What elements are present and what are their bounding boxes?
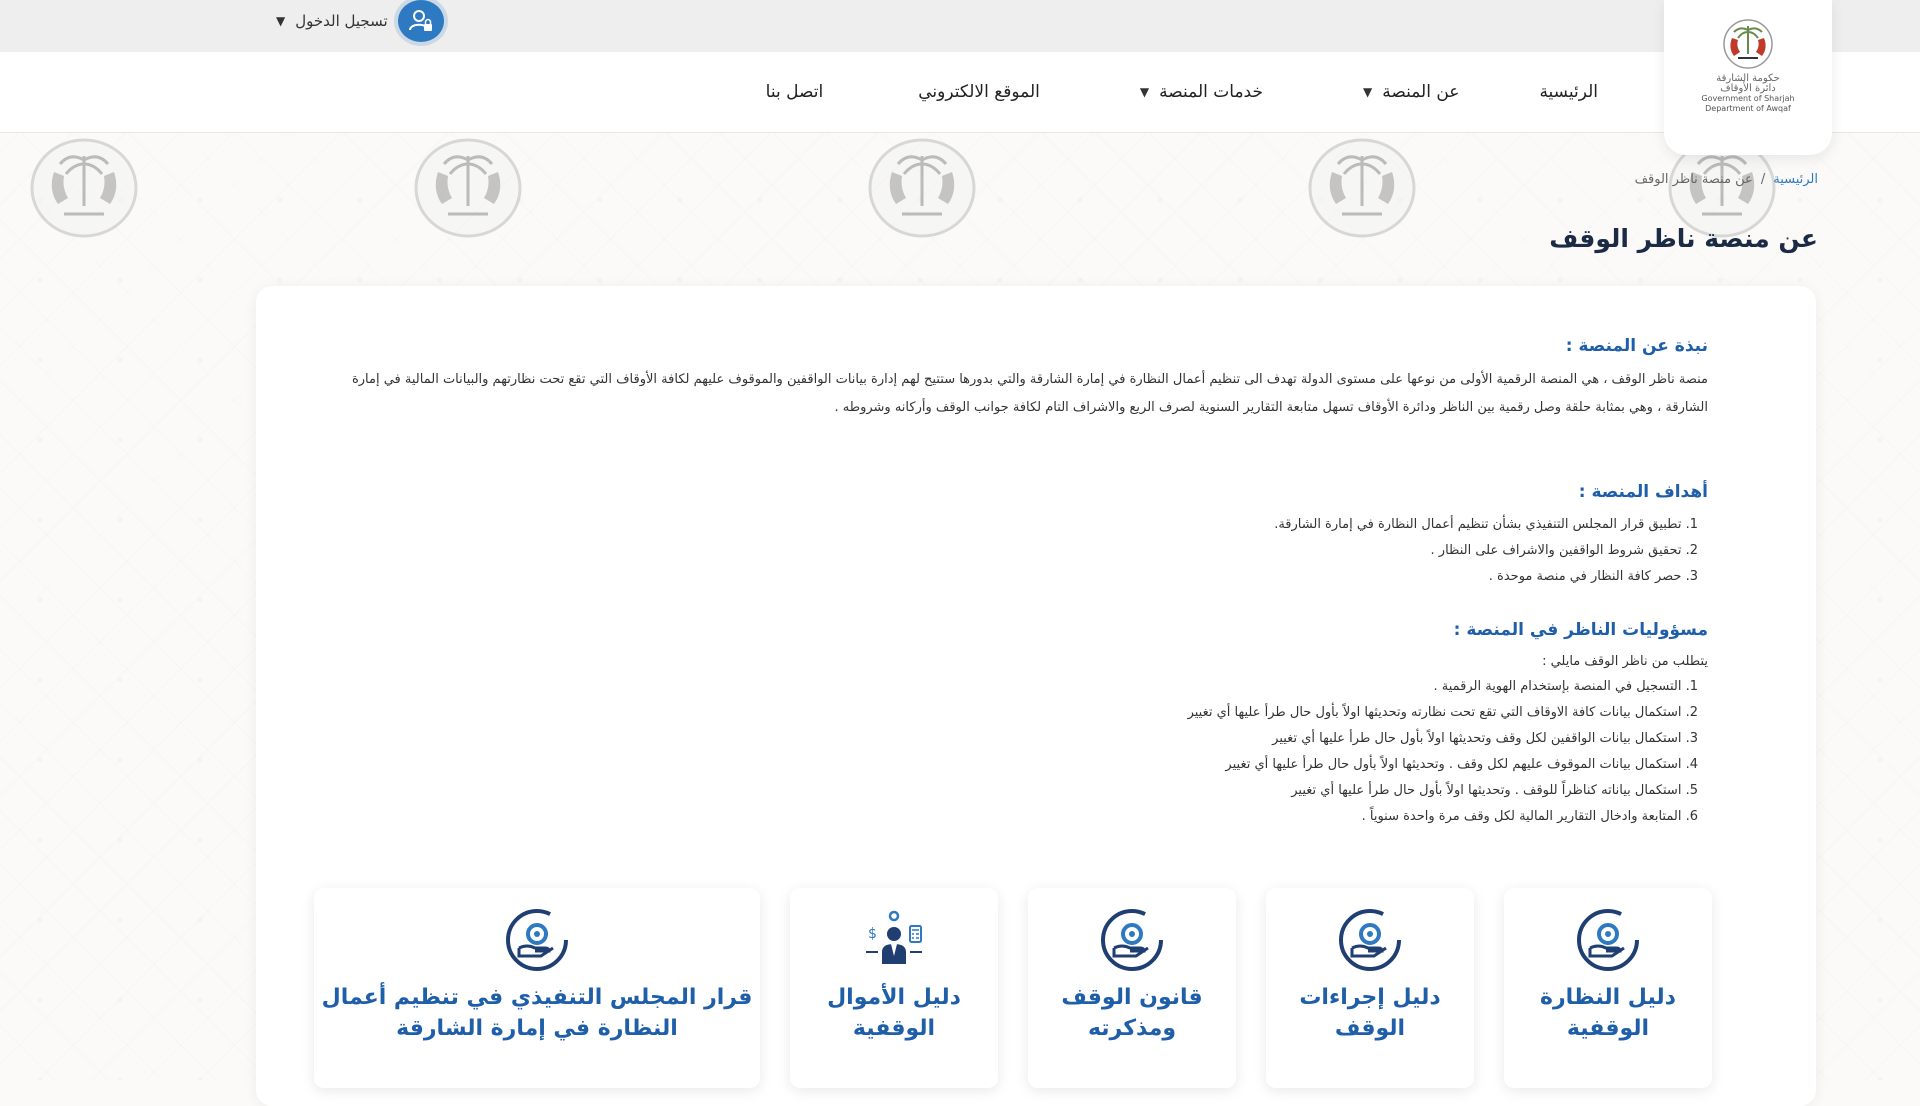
nav-item-website[interactable]: الموقع الالكتروني <box>868 82 1100 102</box>
service-card-executive-council-decision[interactable]: قرار المجلس التنفيذي في تنظيم أعمال النظ… <box>314 888 760 1088</box>
about-paragraph: منصة ناظر الوقف ، هي المنصة الرقمية الأو… <box>351 372 1708 415</box>
service-title-line2: الوقف <box>1334 1016 1406 1041</box>
main-navigation: الرئيسية عن المنصة ▼ خدمات المنصة ▼ المو… <box>0 52 1920 133</box>
about-section: نبذة عن المنصة : منصة ناظر الوقف ، هي ال… <box>338 336 1708 422</box>
service-title-line1: دليل النظارة <box>1540 985 1676 1010</box>
hand-gear-icon <box>1339 909 1401 971</box>
list-item: 3. استكمال بيانات الواقفين لكل وقف وتحدي… <box>1272 731 1698 746</box>
service-title-line2: الوقفية <box>1566 1016 1650 1041</box>
login-label: تسجيل الدخول <box>295 12 388 30</box>
emblem-icon <box>1723 19 1773 69</box>
chevron-down-icon: ▼ <box>1362 85 1373 99</box>
finance-person-icon: $ <box>866 910 922 964</box>
breadcrumb: الرئيسية / عن منصة ناظر الوقف <box>1635 172 1818 187</box>
login-button[interactable]: تسجيل الدخول ▼ <box>276 0 444 42</box>
service-card-waqf-law[interactable]: قانون الوقف ومذكرته <box>1028 888 1236 1088</box>
chevron-down-icon: ▼ <box>1139 85 1150 99</box>
watermark-emblem-icon <box>1308 138 1416 238</box>
service-title-line2: ومذكرته <box>1087 1016 1177 1041</box>
service-title: دليل الأموال الوقفية <box>827 982 961 1044</box>
goals-section: أهداف المنصة : 1. تطبيق قرار المجلس التن… <box>1274 482 1708 590</box>
nav-item-home[interactable]: الرئيسية <box>1509 82 1628 102</box>
user-lock-icon <box>397 0 444 42</box>
service-title: قانون الوقف ومذكرته <box>1061 982 1202 1044</box>
watermark-emblem-icon <box>30 138 138 238</box>
service-title: دليل النظارة الوقفية <box>1540 982 1676 1044</box>
service-title-line2: الوقفية <box>852 1016 936 1041</box>
service-title: دليل إجراءات الوقف <box>1299 982 1440 1044</box>
responsibilities-heading: مسؤوليات الناظر في المنصة : <box>1453 620 1708 640</box>
service-card-waqf-procedures-guide[interactable]: دليل إجراءات الوقف <box>1266 888 1474 1088</box>
responsibilities-list: 1. التسجيل في المنصة بإستخدام الهوية الر… <box>1188 674 1708 830</box>
list-item: 2. تحقيق شروط الواقفين والاشراف على النظ… <box>1430 543 1698 558</box>
service-title-line2: النظارة في إمارة الشارقة <box>396 1016 678 1041</box>
about-heading: نبذة عن المنصة : <box>1565 336 1708 356</box>
goals-list: 1. تطبيق قرار المجلس التنفيذي بشأن تنظيم… <box>1274 512 1708 590</box>
page-title: عن منصة ناظر الوقف <box>1549 224 1818 253</box>
service-card-waqf-custody-guide[interactable]: دليل النظارة الوقفية <box>1504 888 1712 1088</box>
nav-item-label: خدمات المنصة <box>1159 82 1263 102</box>
watermark-emblem-icon <box>414 138 522 238</box>
list-item: 5. استكمال بياناته كناظراً للوقف . وتحدي… <box>1291 783 1698 798</box>
nav-item-services[interactable]: خدمات المنصة ▼ <box>1100 82 1323 102</box>
logo-text: حكومة الشارقة دائرة الأوقاف Government o… <box>1688 74 1808 114</box>
chevron-down-icon: ▼ <box>276 14 286 28</box>
service-card-waqf-funds-guide[interactable]: $ دليل الأموال الوقفية <box>790 888 998 1088</box>
list-item: 1. تطبيق قرار المجلس التنفيذي بشأن تنظيم… <box>1274 517 1698 532</box>
svg-text:$: $ <box>868 926 877 942</box>
service-title: قرار المجلس التنفيذي في تنظيم أعمال النظ… <box>322 982 753 1044</box>
nav-item-contact[interactable]: اتصل بنا <box>736 82 869 102</box>
logo-english-line2: Department of Awqaf <box>1705 104 1791 113</box>
list-item: 4. استكمال بيانات الموقوف عليهم لكل وقف … <box>1225 757 1698 772</box>
goals-heading: أهداف المنصة : <box>1578 482 1708 502</box>
list-item: 1. التسجيل في المنصة بإستخدام الهوية الر… <box>1433 679 1698 694</box>
logo-arabic-line2: دائرة الأوقاف <box>1720 83 1776 94</box>
top-bar: تسجيل الدخول ▼ <box>0 0 1920 52</box>
list-item: 6. المتابعة وادخال التقارير المالية لكل … <box>1361 809 1698 824</box>
hand-gear-icon <box>506 909 568 971</box>
service-title-line1: قانون الوقف <box>1061 985 1203 1010</box>
service-title-line1: قرار المجلس التنفيذي في تنظيم أعمال <box>321 985 753 1010</box>
responsibilities-section: مسؤوليات الناظر في المنصة : يتطلب من ناظ… <box>1188 620 1708 830</box>
nav-item-label: اتصل بنا <box>765 82 824 102</box>
breadcrumb-separator: / <box>1760 172 1766 187</box>
list-item: 3. حصر كافة النظار في منصة موحدة . <box>1488 569 1698 584</box>
watermark-emblem-icon <box>868 138 976 238</box>
list-item: 2. استكمال بيانات كافة الاوقاف التي تقع … <box>1187 705 1698 720</box>
nav-item-label: الرئيسية <box>1539 82 1598 102</box>
breadcrumb-home-link[interactable]: الرئيسية <box>1773 172 1818 187</box>
nav-item-about[interactable]: عن المنصة ▼ <box>1323 82 1509 102</box>
sharjah-awqaf-logo[interactable]: حكومة الشارقة دائرة الأوقاف Government o… <box>1664 0 1832 155</box>
service-title-line1: دليل إجراءات <box>1299 985 1441 1010</box>
nav-item-label: عن المنصة <box>1382 82 1460 102</box>
logo-english-line1: Government of Sharjah <box>1701 94 1795 103</box>
hand-gear-icon <box>1577 909 1639 971</box>
responsibilities-intro: يتطلب من ناظر الوقف مايلي : <box>1542 654 1708 669</box>
service-title-line1: دليل الأموال <box>827 985 961 1010</box>
nav-item-label: الموقع الالكتروني <box>918 82 1040 102</box>
breadcrumb-current: عن منصة ناظر الوقف <box>1634 172 1753 187</box>
hand-gear-icon <box>1101 909 1163 971</box>
